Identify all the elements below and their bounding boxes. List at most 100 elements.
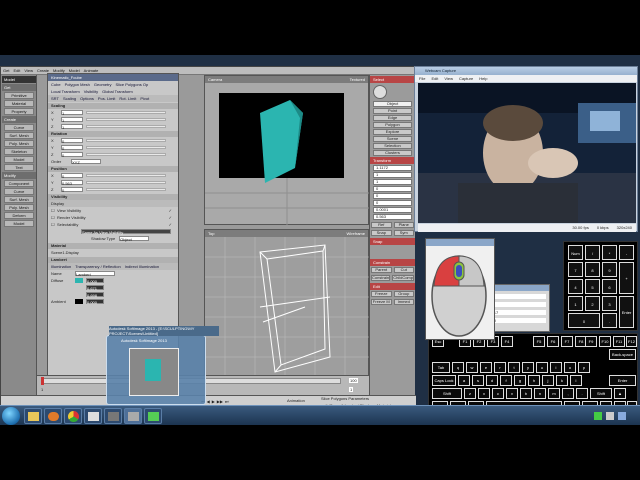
tab-illumination[interactable]: Illumination — [51, 264, 71, 269]
key-0[interactable]: 0 — [568, 313, 600, 328]
chrome-icon[interactable] — [64, 408, 82, 424]
scale-x-field[interactable]: 1 — [61, 110, 83, 116]
tray-icon[interactable] — [606, 412, 614, 420]
tab-transparency[interactable]: Transparency / Reflection — [75, 264, 120, 269]
key-divide[interactable]: / — [585, 245, 600, 260]
key-s[interactable]: s — [472, 375, 484, 386]
group-button[interactable]: Group — [393, 291, 414, 297]
webcam-menu-file[interactable]: File — [419, 75, 425, 82]
key-n[interactable]: n — [534, 388, 546, 399]
key-6[interactable]: 6 — [602, 279, 617, 294]
rot-y-field[interactable]: 0 — [61, 145, 83, 151]
pos-y-slider[interactable] — [86, 181, 166, 184]
key-t[interactable]: t — [508, 362, 520, 373]
subtab-options[interactable]: Options — [80, 96, 94, 101]
explore-button[interactable]: Explore — [373, 129, 412, 135]
sym-button[interactable]: Sym — [393, 230, 414, 236]
key-decimal[interactable]: . — [602, 313, 617, 328]
transform-field[interactable]: 1.1172 — [373, 165, 412, 171]
tab-indirect[interactable]: Indirect Illumination — [125, 264, 159, 269]
transform-field[interactable]: 1 — [373, 172, 412, 178]
transform-field[interactable]: 0 — [373, 186, 412, 192]
scene-button[interactable]: Scene — [373, 136, 412, 142]
ambient-swatch[interactable] — [75, 299, 83, 304]
softimage-taskbar-icon[interactable] — [124, 408, 142, 424]
key-j[interactable]: j — [542, 375, 554, 386]
rot-x-slider[interactable] — [86, 139, 166, 142]
viewport-top[interactable]: Top Wireframe — [204, 229, 370, 389]
key-m[interactable]: m — [548, 388, 560, 399]
viewport-top-mode[interactable]: Wireframe — [347, 230, 365, 237]
cut-button[interactable]: Cut — [393, 267, 414, 273]
tab-geometry[interactable]: Geometry — [94, 82, 112, 87]
key-p[interactable]: p — [578, 362, 590, 373]
btn-modify-poly[interactable]: Poly. Mesh — [4, 204, 34, 211]
key-q[interactable]: q — [452, 362, 464, 373]
key-f7[interactable]: F7 — [561, 336, 573, 347]
btn-create-curve[interactable]: Curve — [4, 124, 34, 131]
key-u[interactable]: u — [536, 362, 548, 373]
explorer-icon[interactable] — [24, 408, 42, 424]
next-frame-icon[interactable]: ▶▶ — [217, 399, 223, 404]
prev-frame-icon[interactable]: ◀ — [207, 399, 210, 404]
diffuse-r[interactable]: 0.000 — [86, 278, 104, 284]
transform-field[interactable]: 0.0001 — [373, 207, 412, 213]
key-f4[interactable]: F4 — [501, 336, 513, 347]
subtab-scaling[interactable]: Scaling — [63, 96, 76, 101]
viewport-camera-label[interactable]: Camera — [208, 76, 222, 83]
key-i[interactable]: i — [550, 362, 562, 373]
key-h[interactable]: h — [528, 375, 540, 386]
pos-x-slider[interactable] — [86, 174, 166, 177]
tab-global-transform[interactable]: Global Transform — [102, 89, 133, 94]
viewport-camera[interactable]: Camera Textured — [204, 75, 370, 225]
btn-create-poly[interactable]: Poly. Mesh — [4, 140, 34, 147]
select-point-button[interactable]: Point — [373, 108, 412, 114]
key-enter-main[interactable]: Enter — [609, 375, 636, 386]
taskbar-preview[interactable]: Autodesk Softimage 2013 Autodesk Softima… — [106, 326, 219, 405]
key-l[interactable]: l — [570, 375, 582, 386]
key-z[interactable]: z — [464, 388, 476, 399]
timeline-current[interactable]: 1 — [349, 387, 354, 392]
pos-z-field[interactable]: 0 — [61, 187, 83, 193]
btn-skeleton[interactable]: Skeleton — [4, 148, 34, 155]
key-f10[interactable]: F10 — [599, 336, 611, 347]
plane-button[interactable]: Plane — [393, 222, 414, 228]
snap-button[interactable]: Snap — [371, 230, 392, 236]
key-7[interactable]: 7 — [568, 262, 583, 277]
transform-field[interactable]: 1 — [373, 179, 412, 185]
btn-deform[interactable]: Deform — [4, 212, 34, 219]
diffuse-swatch[interactable] — [75, 278, 83, 283]
key-c[interactable]: c — [492, 388, 504, 399]
key-b[interactable]: b — [520, 388, 532, 399]
ambient-value[interactable]: 0.000 — [86, 299, 104, 305]
key-5[interactable]: 5 — [585, 279, 600, 294]
ref-button[interactable]: Ref — [371, 222, 392, 228]
key-x[interactable]: x — [478, 388, 490, 399]
scale-x-slider[interactable] — [86, 111, 166, 114]
rot-order-select[interactable]: XYZ — [71, 159, 101, 165]
key-2[interactable]: 2 — [585, 296, 600, 311]
select-edge-button[interactable]: Edge — [373, 115, 412, 121]
subtab-pivot[interactable]: Pivot — [140, 96, 149, 101]
btn-component[interactable]: Component — [4, 180, 34, 187]
key-o[interactable]: o — [564, 362, 576, 373]
key-e[interactable]: e — [480, 362, 492, 373]
media-icon[interactable] — [44, 408, 62, 424]
viewport-top-label[interactable]: Top — [208, 230, 214, 237]
subtab-srt[interactable]: SRT — [51, 96, 59, 101]
key-r[interactable]: r — [494, 362, 506, 373]
webcam-menu-help[interactable]: Help — [479, 75, 487, 82]
key-f11[interactable]: F11 — [613, 336, 625, 347]
key-v[interactable]: v — [506, 388, 518, 399]
key-k[interactable]: k — [556, 375, 568, 386]
pos-x-field[interactable]: 0 — [61, 173, 83, 179]
webcam-menu-capture[interactable]: Capture — [459, 75, 473, 82]
rot-z-slider[interactable] — [86, 153, 166, 156]
select-arrow-icon[interactable] — [373, 85, 387, 99]
btn-text[interactable]: Text — [4, 164, 34, 171]
shadow-select[interactable]: Object — [119, 236, 150, 242]
menu-view[interactable]: View — [24, 67, 33, 74]
rot-x-field[interactable]: 0 — [61, 138, 83, 144]
video-icon[interactable] — [84, 408, 102, 424]
key-3[interactable]: 3 — [602, 296, 617, 311]
